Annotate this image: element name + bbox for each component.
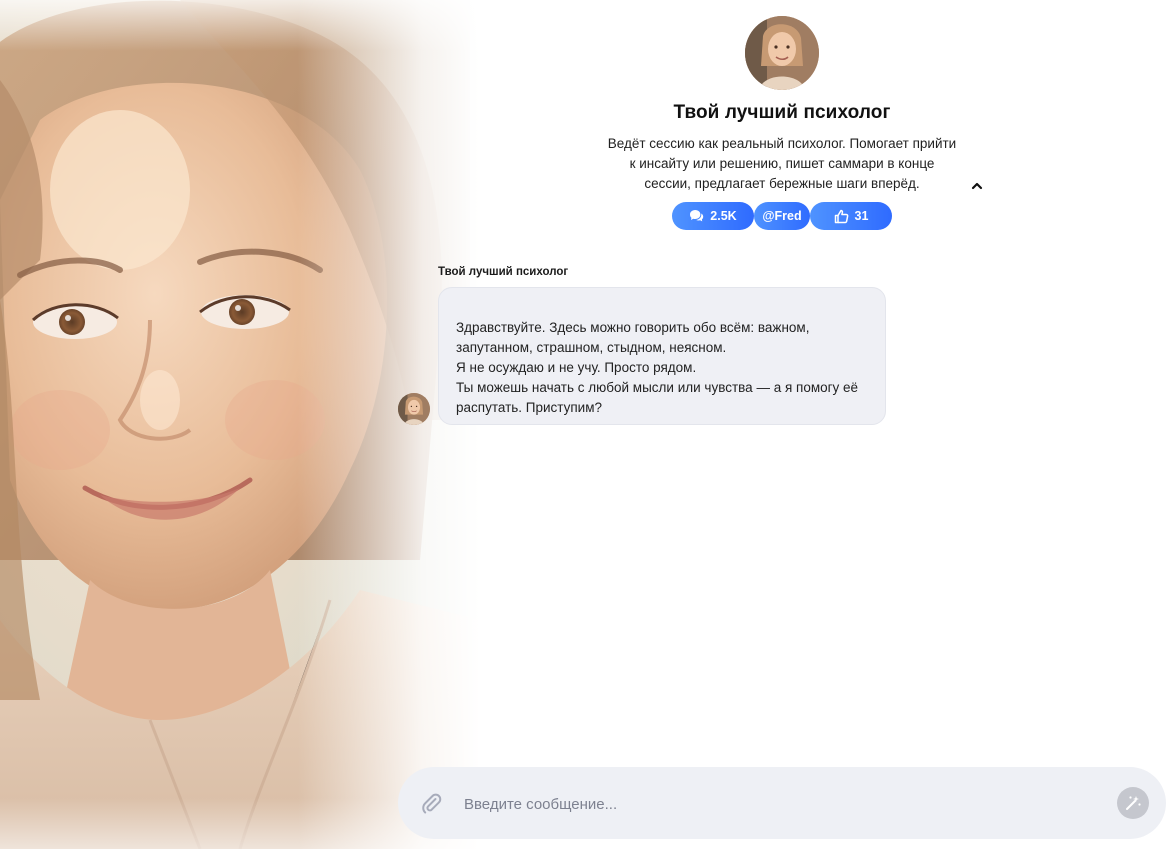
agent-description-text: Ведёт сессию как реальный психолог. Помо… xyxy=(607,136,957,191)
chat-bubbles-icon xyxy=(690,210,704,222)
chat-page: Твой лучший психолог Ведёт сессию как ре… xyxy=(0,0,1175,849)
message-avatar xyxy=(398,393,430,425)
portrait-fade-overlay xyxy=(0,0,480,849)
agent-stats: 2.5K @Fred 31 xyxy=(582,202,982,230)
message-bubble: Здравствуйте. Здесь можно говорить обо в… xyxy=(438,287,886,425)
magic-wand-icon[interactable] xyxy=(1117,787,1149,819)
author-badge[interactable]: @Fred xyxy=(754,202,810,230)
agent-avatar[interactable] xyxy=(745,16,819,90)
thumbs-up-icon xyxy=(834,209,848,223)
agent-title: Твой лучший психолог xyxy=(673,102,891,123)
like-button[interactable]: 31 xyxy=(810,202,892,230)
message-line: Я не осуждаю и не учу. Просто рядом. xyxy=(456,360,697,375)
message-author: Твой лучший психолог xyxy=(438,266,569,278)
chats-count: 2.5K xyxy=(710,209,737,223)
chevron-up-icon[interactable] xyxy=(969,178,985,194)
likes-count: 31 xyxy=(854,209,869,223)
message-composer xyxy=(398,767,1166,839)
paperclip-icon[interactable] xyxy=(420,791,442,815)
agent-description: Ведёт сессию как реальный психолог. Помо… xyxy=(607,134,983,194)
message-line: Здравствуйте. Здесь можно говорить обо в… xyxy=(456,320,810,355)
agent-profile-header: Твой лучший психолог Ведёт сессию как ре… xyxy=(582,16,983,230)
message-input[interactable] xyxy=(462,789,1086,819)
chats-count-badge[interactable]: 2.5K xyxy=(672,202,754,230)
message-line: Ты можешь начать с любой мысли или чувст… xyxy=(456,380,859,415)
author-handle: @Fred xyxy=(762,209,802,223)
agent-portrait-background xyxy=(0,0,480,849)
